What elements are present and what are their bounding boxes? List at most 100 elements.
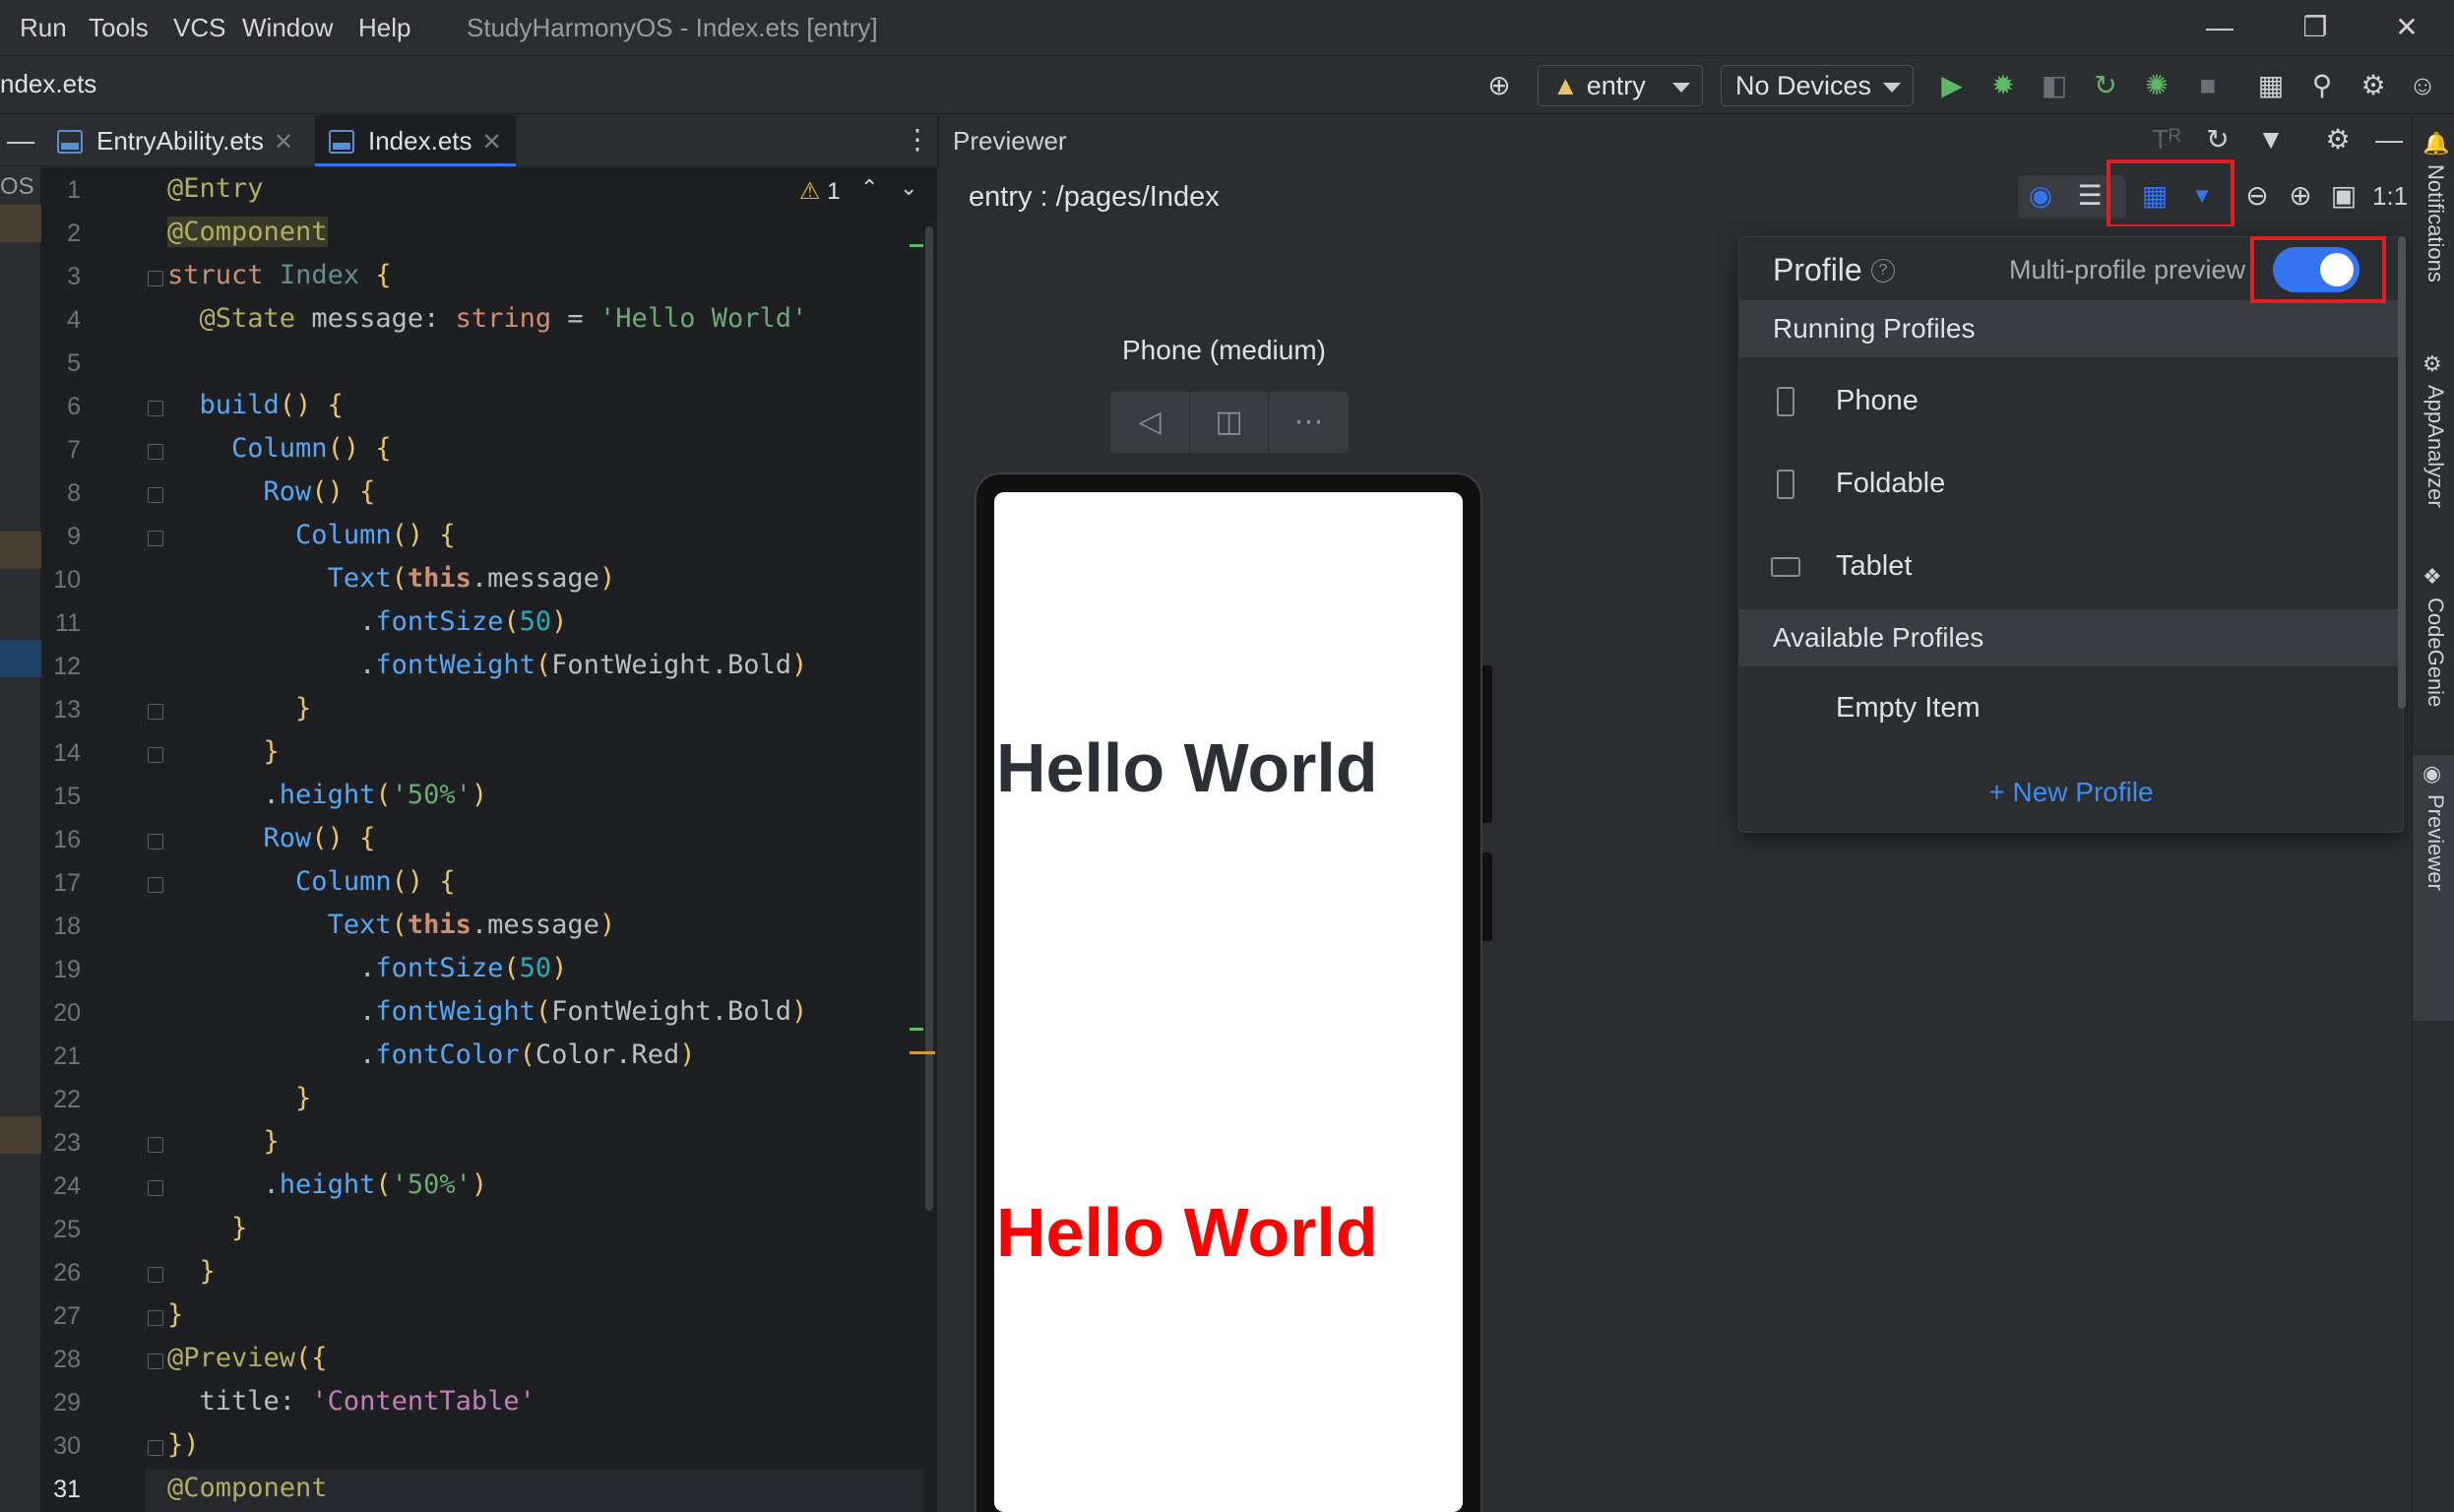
device-manager-icon[interactable]: ▦: [2254, 69, 2288, 102]
profile-item-tablet[interactable]: Tablet: [1739, 525, 2403, 607]
warning-indicator[interactable]: ⚠ 1: [799, 177, 841, 206]
device-select[interactable]: No Devices: [1721, 65, 1914, 106]
profile-item-empty[interactable]: Empty Item: [1739, 666, 2403, 749]
fold-icon[interactable]: [148, 1137, 163, 1153]
profile-title: Profile: [1773, 252, 1862, 287]
zoom-out-icon[interactable]: ⊖: [2240, 179, 2274, 213]
line-number: 9: [67, 523, 81, 550]
account-icon[interactable]: ☺: [2406, 69, 2439, 102]
tablet-icon: [1771, 557, 1800, 577]
attach-debugger-icon[interactable]: ✺: [2140, 69, 2173, 102]
zoom-in-icon[interactable]: ⊕: [2284, 179, 2317, 213]
eye-icon[interactable]: ◉: [2423, 761, 2441, 787]
next-highlight-icon[interactable]: ⌄: [900, 175, 917, 201]
phone-side-button: [1482, 665, 1492, 823]
line-number: 2: [67, 220, 81, 247]
tab-index[interactable]: Index.ets ✕: [315, 115, 516, 166]
codegenie-tab[interactable]: CodeGenie: [2423, 598, 2448, 707]
fold-icon[interactable]: [148, 1267, 163, 1283]
fit-screen-icon[interactable]: ▣: [2327, 179, 2360, 213]
panel-scrollbar[interactable]: [2398, 236, 2406, 709]
code-line: }: [295, 693, 312, 724]
collapse-icon[interactable]: —: [0, 115, 41, 166]
module-select[interactable]: ▲ entry: [1538, 65, 1703, 106]
profile-label: Foldable: [1836, 468, 1946, 499]
help-icon[interactable]: ?: [1871, 259, 1895, 283]
breadcrumb[interactable]: ndex.ets: [0, 69, 96, 99]
fold-icon[interactable]: [148, 401, 163, 416]
search-icon[interactable]: ⚲: [2305, 69, 2339, 102]
line-number: 28: [53, 1346, 81, 1373]
code-line: }: [263, 736, 280, 767]
stop-icon[interactable]: ■: [2191, 69, 2225, 102]
inspector-icon[interactable]: ◉: [2024, 179, 2057, 213]
apply-changes-icon[interactable]: ↻: [2089, 69, 2122, 102]
refresh-icon[interactable]: ↻: [2201, 123, 2234, 157]
code-line: struct Index {: [167, 260, 392, 290]
new-profile-link[interactable]: + New Profile: [1739, 777, 2403, 808]
menu-window[interactable]: Window: [242, 13, 333, 43]
project-strip: OS: [0, 167, 41, 1512]
more-icon[interactable]: ⋯: [1268, 392, 1349, 453]
previewer-settings-icon[interactable]: ⚙: [2321, 123, 2355, 157]
pin-icon[interactable]: ▼: [2254, 123, 2288, 157]
menu-bar: Run Tools VCS Window Help StudyHarmonyOS…: [0, 0, 2454, 55]
previewer-tab[interactable]: Previewer: [2423, 794, 2448, 891]
code-line: Text(this.message): [327, 563, 616, 594]
profile-item-phone[interactable]: Phone: [1739, 359, 2403, 442]
profile-item-foldable[interactable]: Foldable: [1739, 442, 2403, 525]
fold-icon[interactable]: [148, 877, 163, 893]
fold-icon[interactable]: [148, 1440, 163, 1456]
code-line: }: [263, 1126, 280, 1157]
tab-close-icon[interactable]: ✕: [482, 129, 502, 156]
phone-screen[interactable]: [994, 492, 1463, 1512]
phone-icon: [1777, 387, 1794, 416]
tab-entryability[interactable]: EntryAbility.ets ✕: [57, 115, 315, 166]
appanalyzer-tab[interactable]: AppAnalyzer: [2423, 385, 2448, 508]
scrollbar-thumb[interactable]: [925, 226, 933, 1211]
fold-icon[interactable]: [148, 1354, 163, 1369]
fold-icon[interactable]: [148, 444, 163, 460]
menu-help[interactable]: Help: [358, 13, 410, 43]
multi-profile-label: Multi-profile preview: [2009, 255, 2246, 284]
back-icon[interactable]: ◁: [1110, 392, 1189, 453]
close-icon[interactable]: ✕: [2377, 8, 2436, 47]
appanalyzer-icon[interactable]: ⚙: [2423, 351, 2442, 377]
code-line: Column() {: [295, 520, 456, 550]
notifications-icon[interactable]: 🔔: [2423, 131, 2449, 157]
fold-icon[interactable]: [148, 1310, 163, 1326]
restore-icon[interactable]: ❐: [2286, 8, 2345, 47]
fold-icon[interactable]: [148, 704, 163, 720]
rotate-icon[interactable]: ◫: [1189, 392, 1268, 453]
fold-icon[interactable]: [148, 531, 163, 546]
code-line: .fontSize(50): [167, 953, 568, 983]
tab-close-icon[interactable]: ✕: [274, 129, 293, 156]
hide-panel-icon[interactable]: —: [2372, 123, 2406, 157]
fold-icon[interactable]: [148, 747, 163, 763]
debug-icon[interactable]: ✹: [1986, 69, 2020, 102]
code-line: }: [199, 1256, 216, 1287]
layers-icon[interactable]: ☰: [2073, 179, 2107, 213]
codegenie-icon[interactable]: ❖: [2423, 564, 2442, 590]
menu-vcs[interactable]: VCS: [173, 13, 225, 43]
fold-icon[interactable]: [148, 271, 163, 286]
profile-panel: Profile ? Multi-profile preview Running …: [1738, 236, 2404, 833]
prev-highlight-icon[interactable]: ⌃: [860, 175, 878, 201]
notifications-tab[interactable]: Notifications: [2423, 164, 2448, 283]
minimize-icon[interactable]: —: [2190, 8, 2249, 47]
fold-icon[interactable]: [148, 487, 163, 503]
target-icon[interactable]: ⊕: [1482, 69, 1516, 102]
menu-tools[interactable]: Tools: [89, 13, 149, 43]
fold-icon[interactable]: [148, 834, 163, 850]
run-icon[interactable]: ▶: [1935, 69, 1969, 102]
more-tabs-icon[interactable]: ⋮: [904, 123, 931, 156]
profile-run-icon[interactable]: ◧: [2038, 69, 2071, 102]
editor-scrollbar[interactable]: [924, 167, 937, 1512]
code-line: @Component: [167, 1473, 328, 1503]
actual-size-button[interactable]: 1:1: [2372, 181, 2408, 212]
running-profiles-header: Running Profiles: [1739, 300, 2403, 357]
menu-run[interactable]: Run: [20, 13, 67, 43]
font-size-icon[interactable]: Tᴿ: [2150, 123, 2183, 157]
fold-icon[interactable]: [148, 1180, 163, 1196]
settings-icon[interactable]: ⚙: [2357, 69, 2390, 102]
